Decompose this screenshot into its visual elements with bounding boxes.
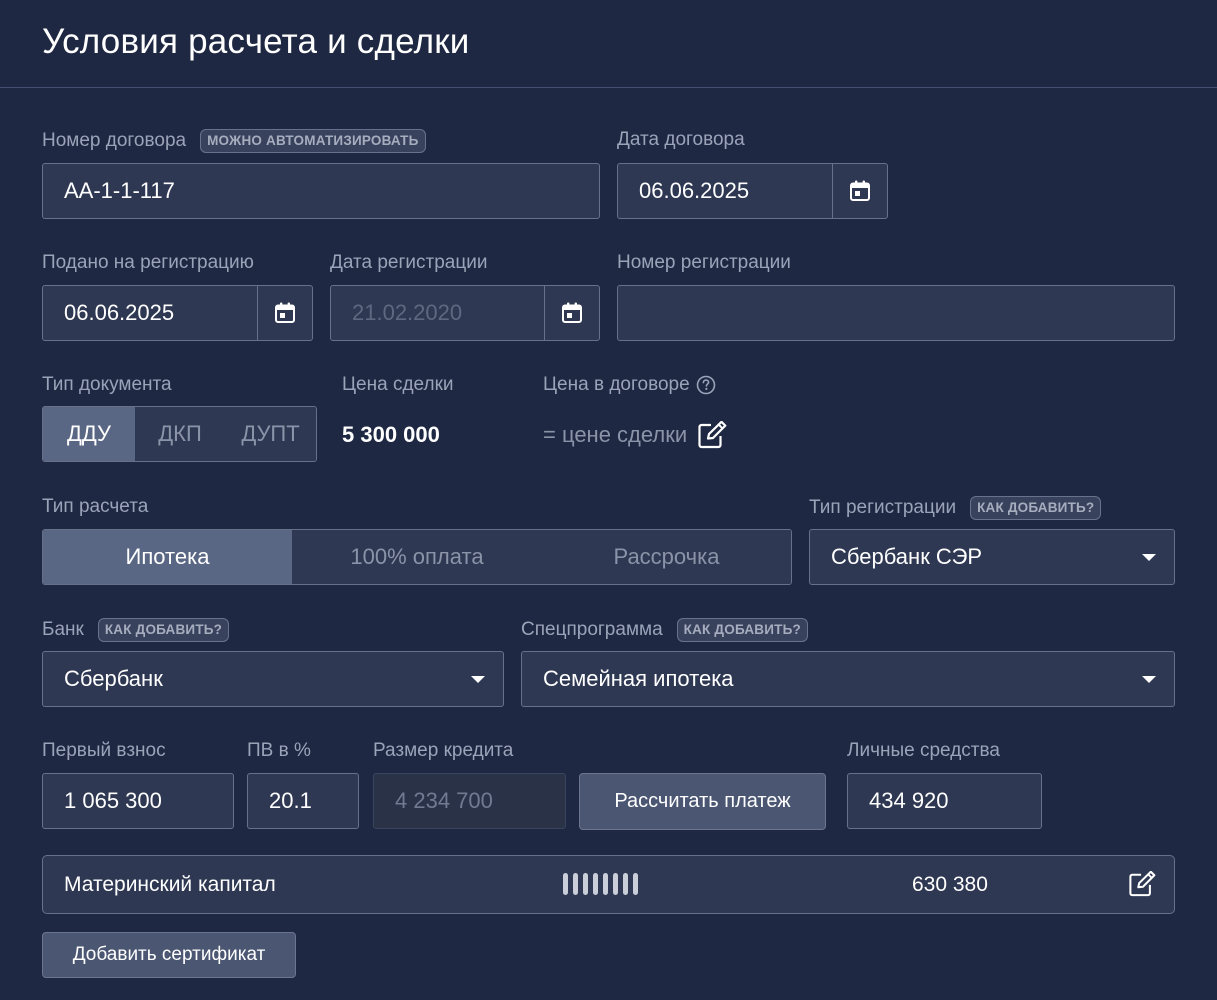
header-divider [0, 87, 1217, 88]
edit-icon[interactable] [697, 421, 727, 449]
calendar-icon[interactable] [832, 164, 887, 218]
special-program-value[interactable]: Семейная ипотека [522, 666, 1142, 692]
contract-price-value: = цене сделки [543, 422, 688, 447]
registration-type-value[interactable]: Сбербанк СЭР [810, 544, 1142, 570]
registration-date-placeholder[interactable]: 21.02.2020 [331, 300, 544, 326]
special-program-label: Спецпрограмма КАК ДОБАВИТЬ? [521, 618, 808, 642]
contract-price-value-row: = цене сделки [543, 421, 727, 449]
special-program-select[interactable]: Семейная ипотека [521, 651, 1175, 707]
contract-date-field[interactable]: 06.06.2025 [617, 163, 888, 219]
down-payment-pct-label: ПВ в % [247, 740, 311, 761]
submitted-date-field[interactable]: 06.06.2025 [42, 285, 313, 341]
down-payment-pct-field[interactable]: 20.1 [247, 773, 359, 829]
loan-amount-label: Размер кредита [373, 740, 514, 761]
payment-type-segmented: Ипотека 100% оплата Рассрочка [42, 529, 792, 585]
bank-value[interactable]: Сбербанк [43, 666, 471, 692]
calendar-icon[interactable] [544, 286, 599, 340]
submitted-date-value[interactable]: 06.06.2025 [43, 300, 257, 326]
calculate-payment-button[interactable]: Рассчитать платеж [579, 773, 826, 830]
registration-type-label-text: Тип регистрации [809, 497, 957, 518]
registration-type-select[interactable]: Сбербанк СЭР [809, 529, 1175, 585]
add-certificate-button[interactable]: Добавить сертификат [42, 932, 296, 978]
loan-amount-value: 4 234 700 [395, 788, 493, 813]
own-funds-value[interactable]: 434 920 [848, 788, 1041, 814]
deal-price-value: 5 300 000 [342, 422, 440, 447]
bank-select[interactable]: Сбербанк [42, 651, 504, 707]
submitted-label: Подано на регистрацию [42, 252, 254, 273]
maternity-capital-amount: 630 380 [912, 873, 988, 896]
doc-type-label: Тип документа [42, 374, 172, 395]
contract-number-value[interactable]: АА-1-1-117 [43, 178, 599, 204]
how-to-add-badge[interactable]: КАК ДОБАВИТЬ? [970, 496, 1102, 520]
how-to-add-badge[interactable]: КАК ДОБАВИТЬ? [676, 618, 808, 642]
own-funds-field[interactable]: 434 920 [847, 773, 1042, 829]
question-circle-icon[interactable] [696, 375, 716, 395]
payment-option-mortgage[interactable]: Ипотека [43, 530, 292, 584]
down-payment-value[interactable]: 1 065 300 [43, 788, 233, 814]
contract-number-label-text: Номер договора [42, 130, 187, 151]
deal-price-label: Цена сделки [342, 374, 454, 395]
registration-date-field[interactable]: 21.02.2020 [330, 285, 600, 341]
doc-type-option-dupt[interactable]: ДУПТ [225, 407, 316, 461]
down-payment-label: Первый взнос [42, 740, 166, 761]
contract-date-label: Дата договора [617, 129, 745, 150]
registration-date-label: Дата регистрации [330, 252, 488, 273]
registration-number-label: Номер регистрации [617, 252, 791, 273]
chevron-down-icon[interactable] [1142, 675, 1156, 683]
page-title: Условия расчета и сделки [42, 22, 470, 61]
doc-type-option-dkp[interactable]: ДКП [135, 407, 225, 461]
maternity-capital-label: Материнский капитал [64, 873, 276, 896]
payment-option-full[interactable]: 100% оплата [292, 530, 542, 584]
registration-number-field[interactable] [617, 285, 1175, 341]
how-to-add-badge[interactable]: КАК ДОБАВИТЬ? [97, 618, 230, 642]
contract-price-label-text: Цена в договоре [543, 374, 690, 395]
automate-badge[interactable]: МОЖНО АВТОМАТИЗИРОВАТЬ [200, 129, 426, 153]
chevron-down-icon[interactable] [471, 675, 485, 683]
contract-date-value[interactable]: 06.06.2025 [618, 178, 832, 204]
own-funds-label: Личные средства [847, 740, 1000, 761]
doc-type-option-ddu[interactable]: ДДУ [43, 407, 135, 461]
edit-icon[interactable] [1128, 871, 1156, 897]
payment-option-installment[interactable]: Рассрочка [542, 530, 791, 584]
doc-type-segmented: ДДУ ДКП ДУПТ [42, 406, 317, 462]
chevron-down-icon[interactable] [1142, 553, 1156, 561]
calendar-icon[interactable] [257, 286, 312, 340]
loan-amount-field: 4 234 700 [373, 773, 566, 829]
down-payment-pct-value[interactable]: 20.1 [248, 788, 358, 814]
masked-number [563, 873, 638, 895]
contract-number-field[interactable]: АА-1-1-117 [42, 163, 600, 219]
payment-type-label: Тип расчета [42, 496, 149, 517]
registration-type-label: Тип регистрации КАК ДОБАВИТЬ? [809, 496, 1102, 520]
special-program-label-text: Спецпрограмма [521, 619, 663, 640]
bank-label: Банк КАК ДОБАВИТЬ? [42, 618, 230, 642]
maternity-capital-row[interactable]: Материнский капитал 630 380 [42, 855, 1175, 914]
contract-number-label: Номер договора МОЖНО АВТОМАТИЗИРОВАТЬ [42, 129, 426, 153]
contract-price-label: Цена в договоре [543, 374, 716, 396]
bank-label-text: Банк [42, 619, 84, 640]
down-payment-field[interactable]: 1 065 300 [42, 773, 234, 829]
